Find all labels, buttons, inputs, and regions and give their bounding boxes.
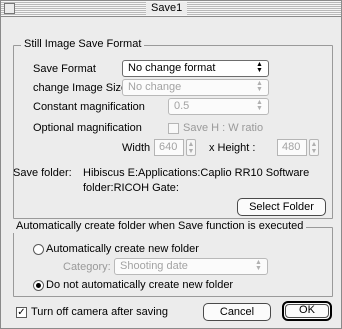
save-format-select[interactable]: No change format ▲ ▼: [122, 60, 269, 77]
auto-folder-legend: Automatically create folder when Save fu…: [13, 220, 307, 233]
save-ratio-checkbox[interactable]: [168, 123, 179, 134]
title-bar[interactable]: Save1: [1, 1, 341, 17]
height-stepper[interactable]: ▲ ▼: [309, 139, 319, 156]
window-title: Save1: [146, 2, 188, 15]
select-folder-button[interactable]: Select Folder: [237, 198, 326, 216]
up-down-arrows-icon: ▲ ▼: [255, 259, 262, 272]
width-field[interactable]: 640: [154, 139, 184, 156]
auto-create-radio[interactable]: [33, 244, 44, 255]
change-image-size-select[interactable]: No change ▲ ▼: [122, 79, 269, 96]
cancel-button[interactable]: Cancel: [203, 303, 271, 321]
save-dialog: Save1 Still Image Save Format Save Forma…: [0, 0, 342, 329]
save-format-value: No change format: [128, 62, 216, 74]
turn-off-camera-checkbox[interactable]: ✓: [16, 307, 27, 318]
no-auto-create-radio[interactable]: [33, 280, 44, 291]
up-down-arrows-icon: ▲ ▼: [256, 61, 263, 74]
category-select[interactable]: Shooting date ▲ ▼: [114, 258, 268, 275]
constant-magnification-select[interactable]: 0.5 ▲ ▼: [168, 98, 269, 115]
ok-button[interactable]: OK: [282, 301, 332, 321]
save-ratio-label: Save H : W ratio: [183, 122, 264, 134]
up-down-arrows-icon: ▲ ▼: [256, 99, 263, 112]
width-stepper[interactable]: ▲ ▼: [186, 139, 196, 156]
save-folder-path-line2: folder:RICOH Gate:: [83, 182, 179, 194]
save-folder-path-line1: Hibiscus E:Applications:Caplio RR10 Soft…: [83, 167, 310, 179]
still-image-format-legend: Still Image Save Format: [21, 38, 145, 51]
height-label: x Height :: [209, 142, 256, 154]
category-value: Shooting date: [120, 260, 188, 272]
save-folder-label: Save folder:: [13, 167, 72, 179]
close-box[interactable]: [4, 3, 15, 14]
change-image-size-label: change Image Size: [33, 82, 128, 94]
turn-off-camera-label: Turn off camera after saving: [31, 306, 168, 318]
constant-magnification-value: 0.5: [174, 100, 190, 112]
up-down-arrows-icon: ▲ ▼: [256, 80, 263, 93]
optional-magnification-label: Optional magnification: [33, 122, 142, 134]
height-field[interactable]: 480: [277, 139, 307, 156]
auto-create-label: Automatically create new folder: [46, 243, 199, 255]
constant-magnification-label: Constant magnification: [33, 101, 145, 113]
no-auto-create-label: Do not automatically create new folder: [46, 279, 234, 291]
checkmark-icon: ✓: [17, 307, 26, 318]
save-format-label: Save Format: [33, 63, 96, 75]
width-label: Width: [122, 142, 151, 154]
category-label: Category:: [63, 261, 111, 273]
change-image-size-value: No change: [128, 81, 182, 93]
